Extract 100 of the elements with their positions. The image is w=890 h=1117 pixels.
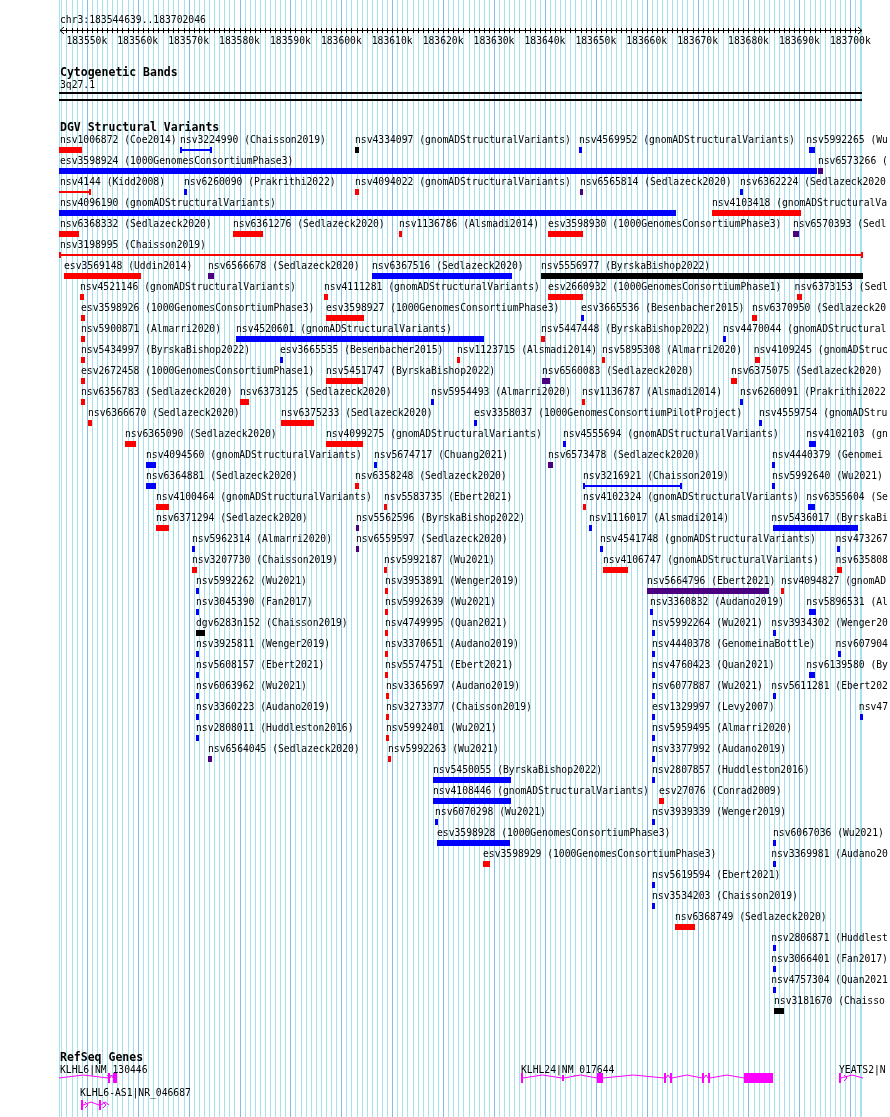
variant-label: nsv1136787 (Alsmadi2014) — [582, 386, 722, 398]
variant-label: nsv6368749 (Sedlazeck2020) — [675, 911, 827, 923]
variant-label: nsv2806871 (Huddlest — [771, 932, 888, 944]
variant-label: nsv6566678 (Sedlazeck2020) — [208, 260, 360, 272]
variant-label: nsv3360832 (Audano2019) — [650, 596, 785, 608]
variant-label: nsv6560083 (Sedlazeck2020) — [542, 365, 694, 377]
variant-label: nsv3066401 (Fan2017) — [771, 953, 888, 965]
variant-label: nsv6371294 (Sedlazeck2020) — [156, 512, 308, 524]
variant-label: nsv6565814 (Sedlazeck2020) — [580, 176, 732, 188]
variant-label: nsv4144 (Kidd2008) — [60, 176, 165, 188]
ruler-tick-label: 183690k — [779, 35, 820, 47]
variant-label: nsv6375233 (Sedlazeck2020) — [281, 407, 433, 419]
variant-span — [59, 189, 91, 195]
variant-label: nsv5992401 (Wu2021) — [386, 722, 497, 734]
variant-label: esv3598930 (1000GenomesConsortiumPhase3) — [548, 218, 782, 230]
variant-label: nsv3939339 (Wenger2019) — [652, 806, 787, 818]
ruler-tick-label: 183700k — [829, 35, 871, 47]
variant-label: nsv4099275 (gnomADStructuralVariants) — [326, 428, 542, 440]
ruler-tick-label: 183620k — [422, 35, 464, 47]
location-label: chr3:183544639..183702046 — [60, 14, 206, 26]
variant-label: nsv6356783 (Sedlazeck2020) — [81, 386, 233, 398]
ruler-tick-label: 183570k — [168, 35, 209, 47]
variant-label: nsv6573478 (Sedlazeck2020) — [548, 449, 700, 461]
variant-label: esv3598928 (1000GenomesConsortiumPhase3) — [437, 827, 671, 839]
variant-label: nsv6368332 (Sedlazeck2020) — [60, 218, 212, 230]
variant-label: nsv4334097 (gnomADStructuralVariants) — [355, 134, 571, 146]
variant-label: nsv4749995 (Quan2021) — [385, 617, 508, 629]
variant-label: nsv6573266 ( — [817, 155, 888, 167]
band-label: 3q27.1 — [60, 79, 95, 91]
variant-label: nsv5608157 (Ebert2021) — [196, 659, 325, 671]
variant-label: esv3665536 (Besenbacher2015) — [581, 302, 745, 314]
track-title: Cytogenetic Bands — [60, 65, 178, 79]
variant-label: esv3665535 (Besenbacher2015) — [280, 344, 444, 356]
variant-label: nsv6355604 (Se — [806, 491, 888, 503]
variant-label: nsv6358248 (Sedlazeck2020) — [355, 470, 507, 482]
variant-label: esv3358037 (1000GenomesConsortiumPilotProject) — [474, 407, 743, 419]
variant-label: nsv5992187 (Wu2021) — [384, 554, 495, 566]
variant-label: nsv3934302 (Wenger20 — [771, 617, 888, 629]
variant-label: nsv5619594 (Ebert2021) — [652, 869, 781, 881]
ruler-tick-label: 183610k — [371, 35, 413, 47]
variant-label: nsv5896531 (Al — [806, 596, 888, 608]
variant-label: nsv5664796 (Ebert2021) — [647, 575, 776, 587]
variant-label: nsv5556977 (ByrskaBishop2022) — [541, 260, 711, 272]
variant-label: nsv6364881 (Sedlazeck2020) — [146, 470, 298, 482]
gene-label: KLHL6|NM_130446 — [60, 1064, 148, 1076]
variant-label: nsv635808 — [835, 554, 888, 566]
variant-label: nsv4094827 (gnomAD — [781, 575, 886, 587]
variant-label: nsv6260090 (Prakrithi2022) — [184, 176, 336, 188]
variant-label: nsv4521146 (gnomADStructuralVariants) — [80, 281, 296, 293]
variant-label: nsv5574751 (Ebert2021) — [385, 659, 514, 671]
variant-label: nsv5992264 (Wu2021) — [652, 617, 763, 629]
variant-label: nsv4094022 (gnomADStructuralVariants) — [355, 176, 571, 188]
variant-label: nsv5451747 (ByrskaBishop2022) — [326, 365, 496, 377]
variant-label: nsv4555694 (gnomADStructuralVariants) — [563, 428, 779, 440]
variant-label: nsv5450055 (ByrskaBishop2022) — [433, 764, 603, 776]
gene-label: YEATS2|N — [839, 1064, 886, 1076]
variant-label: nsv4541748 (gnomADStructuralVariants) — [600, 533, 816, 545]
variant-label: nsv6077887 (Wu2021) — [652, 680, 763, 692]
variant-label: nsv5962314 (Almarri2020) — [192, 533, 332, 545]
variant-label: nsv3045390 (Fan2017) — [196, 596, 313, 608]
variant-label: nsv3216921 (Chaisson2019) — [583, 470, 729, 482]
variant-label: nsv6067036 (Wu2021) — [773, 827, 884, 839]
variant-label: nsv3360223 (Audano2019) — [196, 701, 331, 713]
variant-label: nsv6373125 (Sedlazeck2020) — [240, 386, 392, 398]
variant-label: nsv3377992 (Audano2019) — [652, 743, 787, 755]
variant-label: nsv5436017 (ByrskaBi — [771, 512, 888, 524]
variant-label: nsv6362224 (Sedlazeck2020 — [740, 176, 886, 188]
variant-label: nsv4559754 (gnomADStru — [759, 407, 888, 419]
gene-model-drawing — [80, 1099, 109, 1111]
variant-label: nsv4108446 (gnomADStructuralVariants) — [433, 785, 649, 797]
variant-label: nsv6366670 (Sedlazeck2020) — [88, 407, 240, 419]
ruler-tick-label: 183670k — [677, 35, 718, 47]
variant-label: esv3598927 (1000GenomesConsortiumPhase3) — [326, 302, 560, 314]
variant-label: esv2660932 (1000GenomesConsortiumPhase1) — [548, 281, 782, 293]
variant-label: nsv4102324 (gnomADStructuralVariants) — [583, 491, 799, 503]
variant-label: nsv6367516 (Sedlazeck2020) — [372, 260, 524, 272]
variant-span — [180, 147, 212, 153]
gene-label: KLHL24|NM_017644 — [521, 1064, 615, 1076]
variant-label: nsv5954493 (Almarri2020) — [431, 386, 571, 398]
variant-label: nsv2808011 (Huddleston2016) — [196, 722, 354, 734]
variant-label: nsv4094560 (gnomADStructuralVariants) — [146, 449, 362, 461]
variant-label: dgv6283n152 (Chaisson2019) — [196, 617, 348, 629]
variant-label: nsv6373153 (Sedl — [794, 281, 888, 293]
variant-label: esv3598929 (1000GenomesConsortiumPhase3) — [483, 848, 717, 860]
variant-label: nsv47 — [858, 701, 888, 713]
variant-label: nsv5900871 (Almarri2020) — [81, 323, 221, 335]
variant-label: esv1329997 (Levy2007) — [652, 701, 775, 713]
variant-label: nsv3181670 (Chaisso — [774, 995, 885, 1007]
variant-label: nsv5992640 (Wu2021) — [772, 470, 883, 482]
variant-label: nsv5611281 (Ebert202 — [771, 680, 888, 692]
variant-label: nsv5434997 (ByrskaBishop2022) — [81, 344, 251, 356]
variant-label: nsv3370651 (Audano2019) — [385, 638, 520, 650]
variant-label: nsv3534203 (Chaisson2019) — [652, 890, 798, 902]
track-title: RefSeq Genes — [60, 1050, 144, 1064]
variant-label: nsv6063962 (Wu2021) — [196, 680, 307, 692]
ruler-tick-label: 183590k — [270, 35, 311, 47]
variant-label: nsv3925811 (Wenger2019) — [196, 638, 331, 650]
ruler-tick-label: 183680k — [728, 35, 769, 47]
ruler-tick-label: 183640k — [524, 35, 566, 47]
variant-label: nsv4440379 (Genomei — [772, 449, 883, 461]
